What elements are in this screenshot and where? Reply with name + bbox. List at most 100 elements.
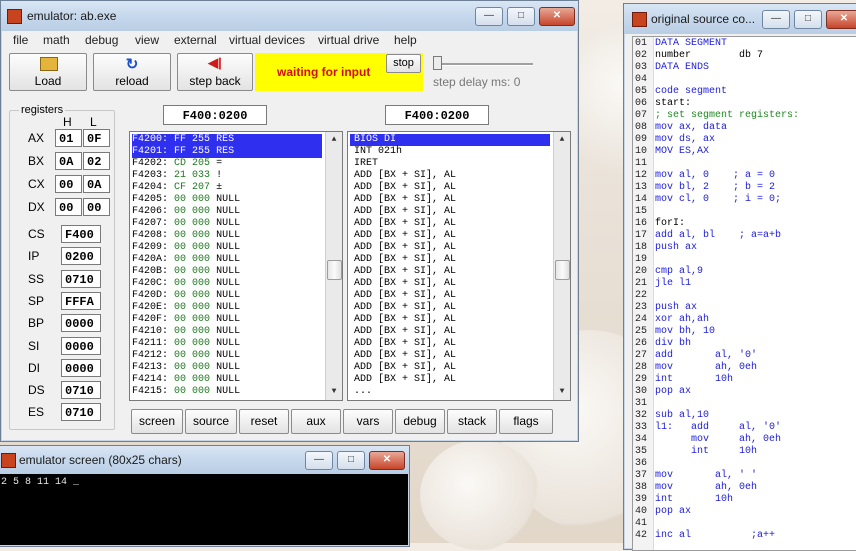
source-line[interactable]: 36: [633, 458, 856, 470]
disassembly-row[interactable]: ADD [BX + SI], AL: [350, 182, 550, 194]
stop-button[interactable]: stop: [386, 54, 421, 73]
source-line[interactable]: 05 code segment: [633, 86, 856, 98]
source-line[interactable]: 37 mov al, ' ': [633, 470, 856, 482]
memory-row[interactable]: F4203: 21 033 !: [132, 170, 322, 182]
memory-row[interactable]: F4210: 00 000 NULL: [132, 326, 322, 338]
source-line[interactable]: 16 forI:: [633, 218, 856, 230]
source-line[interactable]: 17 add al, bl ; a=a+b: [633, 230, 856, 242]
close-button[interactable]: ✕: [539, 7, 575, 26]
memory-list[interactable]: F4200: FF 255 RES F4201: FF 255 RES F4202:…: [129, 131, 343, 401]
emulator-titlebar[interactable]: emulator: ab.exe — □ ✕: [1, 1, 578, 31]
source-line[interactable]: 27 add al, '0': [633, 350, 856, 362]
step-back-button[interactable]: ◀| step back: [177, 53, 253, 91]
memory-row[interactable]: F420E: 00 000 NULL: [132, 302, 322, 314]
memory-row[interactable]: F4205: 00 000 NULL: [132, 194, 322, 206]
scroll-down-icon[interactable]: ▼: [554, 384, 570, 400]
menu-view[interactable]: view: [135, 33, 159, 47]
reset-button[interactable]: reset: [239, 409, 289, 434]
source-line[interactable]: 21 jle l1: [633, 278, 856, 290]
memory-row[interactable]: F4204: CF 207 ±: [132, 182, 322, 194]
disassembly-row[interactable]: INT 021h: [350, 146, 550, 158]
source-line[interactable]: 08 mov ax, data: [633, 122, 856, 134]
memory-row[interactable]: F4211: 00 000 NULL: [132, 338, 322, 350]
memory-row[interactable]: F4208: 00 000 NULL: [132, 230, 322, 242]
step-delay-thumb[interactable]: [433, 56, 442, 70]
disassembly-row[interactable]: BIOS DI: [350, 134, 550, 146]
register-bx-high[interactable]: 0A: [55, 152, 82, 170]
maximize-button[interactable]: □: [794, 10, 822, 29]
disassembly-row[interactable]: IRET: [350, 158, 550, 170]
source-line[interactable]: 39 int 10h: [633, 494, 856, 506]
source-line[interactable]: 19: [633, 254, 856, 266]
maximize-button[interactable]: □: [507, 7, 535, 26]
memory-row[interactable]: F4213: 00 000 NULL: [132, 362, 322, 374]
source-line[interactable]: 03 DATA ENDS: [633, 62, 856, 74]
memory-row[interactable]: F4200: FF 255 RES: [132, 134, 322, 146]
debug-button[interactable]: debug: [395, 409, 445, 434]
memory-address-field[interactable]: F400:0200: [163, 105, 267, 125]
source-line[interactable]: 42 inc al ;a++: [633, 530, 856, 542]
screen-button[interactable]: screen: [131, 409, 183, 434]
minimize-button[interactable]: —: [762, 10, 790, 29]
memory-row[interactable]: F420F: 00 000 NULL: [132, 314, 322, 326]
disassembly-row[interactable]: ADD [BX + SI], AL: [350, 278, 550, 290]
menu-virtual-devices[interactable]: virtual devices: [229, 33, 305, 47]
disassembly-row[interactable]: ADD [BX + SI], AL: [350, 266, 550, 278]
source-line[interactable]: 32 sub al,10: [633, 410, 856, 422]
disassembly-row[interactable]: ADD [BX + SI], AL: [350, 194, 550, 206]
disassembly-list[interactable]: BIOS DI INT 021h IRET ADD [BX + SI], AL ADD …: [347, 131, 571, 401]
vars-button[interactable]: vars: [343, 409, 393, 434]
close-button[interactable]: ✕: [826, 10, 856, 29]
register-cx-high[interactable]: 00: [55, 175, 82, 193]
source-editor[interactable]: 01 DATA SEGMENT 02 number db 7 03 DATA ENDS 04…: [632, 36, 856, 551]
menu-help[interactable]: help: [394, 33, 417, 47]
source-line[interactable]: 25 mov bh, 10: [633, 326, 856, 338]
source-line[interactable]: 18 push ax: [633, 242, 856, 254]
source-line[interactable]: 41: [633, 518, 856, 530]
source-line[interactable]: 12 mov al, 0 ; a = 0: [633, 170, 856, 182]
register-ip-value[interactable]: 0200: [61, 247, 101, 266]
disassembly-scrollbar[interactable]: ▲ ▼: [553, 132, 570, 400]
register-cs-value[interactable]: F400: [61, 225, 101, 243]
memory-row[interactable]: F420B: 00 000 NULL: [132, 266, 322, 278]
minimize-button[interactable]: —: [475, 7, 503, 26]
load-button[interactable]: Load: [9, 53, 87, 91]
screen-titlebar[interactable]: emulator screen (80x25 chars) — □ ✕: [0, 446, 409, 474]
memory-scrollbar[interactable]: ▲ ▼: [325, 132, 342, 400]
source-line[interactable]: 24 xor ah,ah: [633, 314, 856, 326]
register-bx-low[interactable]: 02: [83, 152, 110, 170]
disassembly-address-field[interactable]: F400:0200: [385, 105, 489, 125]
source-line[interactable]: 07 ; set segment registers:: [633, 110, 856, 122]
register-si-value[interactable]: 0000: [61, 336, 101, 355]
memory-row[interactable]: F4212: 00 000 NULL: [132, 350, 322, 362]
source-button[interactable]: source: [185, 409, 237, 434]
menu-debug[interactable]: debug: [85, 33, 118, 47]
source-line[interactable]: 15: [633, 206, 856, 218]
register-ss-value[interactable]: 0710: [61, 269, 101, 288]
scroll-up-icon[interactable]: ▲: [326, 132, 342, 148]
register-bp-value[interactable]: 0000: [61, 314, 101, 333]
source-line[interactable]: 31: [633, 398, 856, 410]
scroll-thumb[interactable]: [555, 260, 570, 280]
disassembly-row[interactable]: ADD [BX + SI], AL: [350, 230, 550, 242]
disassembly-row[interactable]: ADD [BX + SI], AL: [350, 170, 550, 182]
source-line[interactable]: 04: [633, 74, 856, 86]
disassembly-row[interactable]: ADD [BX + SI], AL: [350, 290, 550, 302]
source-line[interactable]: 13 mov bl, 2 ; b = 2: [633, 182, 856, 194]
menu-virtual-drive[interactable]: virtual drive: [318, 33, 379, 47]
maximize-button[interactable]: □: [337, 451, 365, 470]
disassembly-row[interactable]: ADD [BX + SI], AL: [350, 242, 550, 254]
memory-row[interactable]: F4215: 00 000 NULL: [132, 386, 322, 398]
register-ax-high[interactable]: 01: [55, 129, 82, 147]
scroll-thumb[interactable]: [327, 260, 342, 280]
disassembly-row[interactable]: ADD [BX + SI], AL: [350, 218, 550, 230]
source-line[interactable]: 22: [633, 290, 856, 302]
close-button[interactable]: ✕: [369, 451, 405, 470]
source-line[interactable]: 26 div bh: [633, 338, 856, 350]
memory-row[interactable]: F4202: CD 205 =: [132, 158, 322, 170]
menu-file[interactable]: file: [13, 33, 28, 47]
register-dx-high[interactable]: 00: [55, 198, 82, 216]
source-line[interactable]: 02 number db 7: [633, 50, 856, 62]
disassembly-row[interactable]: ADD [BX + SI], AL: [350, 314, 550, 326]
source-line[interactable]: 23 push ax: [633, 302, 856, 314]
